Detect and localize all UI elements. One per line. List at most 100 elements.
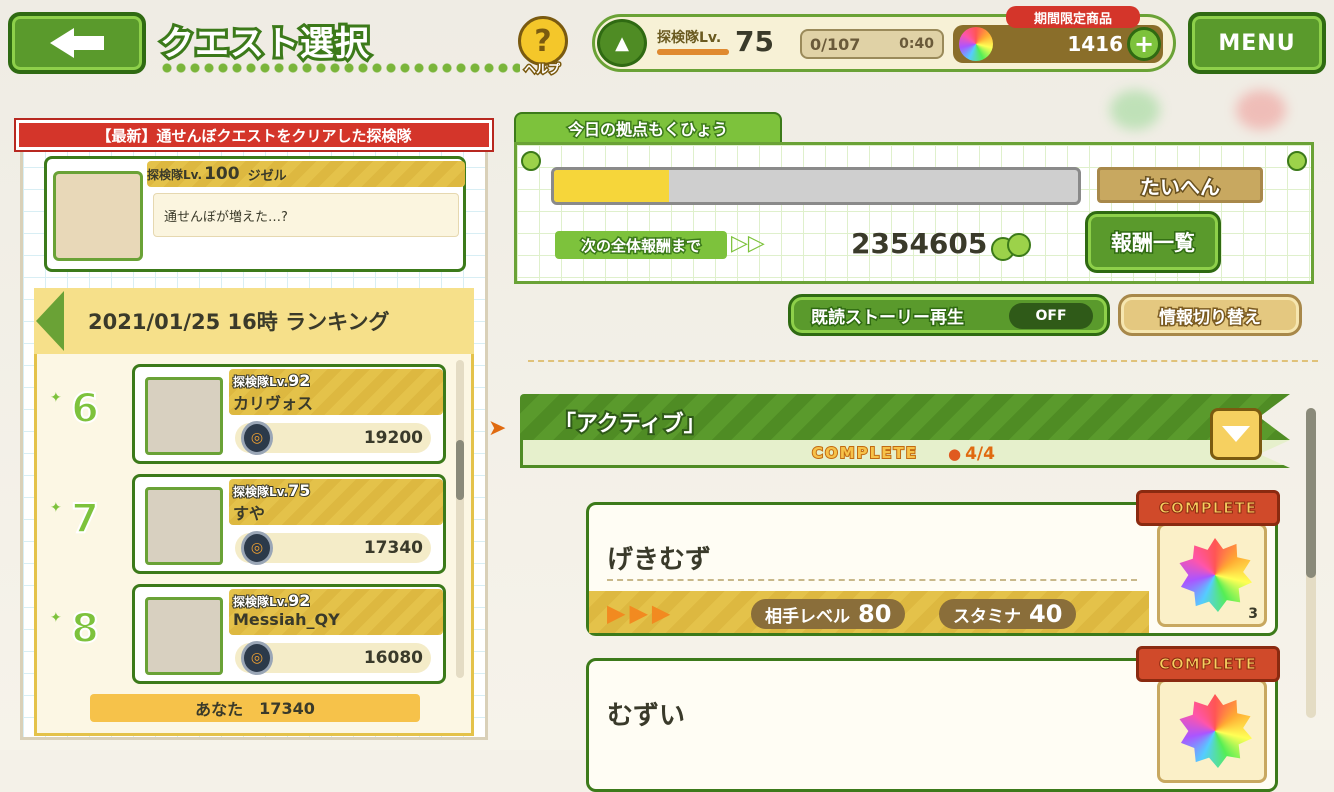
menu-button[interactable]: MENU (1188, 12, 1326, 74)
gem-count: 1416 (1067, 32, 1123, 56)
divider (528, 360, 1318, 362)
avatar (145, 487, 223, 565)
daily-goal-panel: たいへん 次の全体報酬まで ▷▷ 2354605 報酬一覧 (514, 142, 1314, 284)
you-score: 17340 (259, 698, 315, 718)
player-name: Messiah_QY (233, 610, 340, 629)
chevron-down-icon (1222, 426, 1250, 442)
lv-label: 探検隊Lv. (232, 484, 289, 500)
scrollbar-thumb[interactable] (456, 440, 464, 500)
quest-reward: 3 (1157, 523, 1267, 627)
stamina-cost-pill: スタミナ 40 (939, 599, 1077, 629)
stamina-value: 0/107 (810, 34, 861, 54)
corner-stud-icon (1287, 151, 1307, 171)
collapse-toggle-button[interactable] (1210, 408, 1262, 460)
rainbow-gem-icon (1179, 694, 1252, 768)
ranking-card-header: 探検隊Lv.92 カリヴォス (229, 369, 443, 415)
level-progress-fill (657, 49, 729, 55)
rainbow-gem-icon (1179, 538, 1252, 612)
you-label: あなた (195, 700, 244, 719)
ranking-card: 探検隊Lv.92 カリヴォス ◎ 19200 (132, 364, 446, 464)
back-button[interactable] (8, 12, 146, 74)
difficulty-label: たいへん (1097, 167, 1263, 203)
section-title: 「アクティブ」 (552, 410, 708, 439)
rank-value: 100 (204, 164, 240, 184)
coin-icon: ◎ (241, 531, 273, 565)
top-bar: クエスト選択 ? ヘルプ ▲ 探検隊Lv. 75 0/107 0:40 1416… (0, 0, 1334, 90)
latest-clear-banner: 【最新】通せんぼクエストをクリアした探検隊 (16, 120, 492, 150)
rank-number: 7 (70, 495, 100, 543)
quest-reward (1157, 679, 1267, 783)
lv-label: 探検隊Lv. (232, 374, 289, 390)
latest-player-header: 探検隊Lv. 100 ジゼル (147, 161, 465, 187)
coin-icon: ◎ (241, 421, 273, 455)
chevron-right-icon: ▷▷ (731, 231, 765, 256)
question-icon: ? (518, 16, 568, 66)
score-value: 16080 (363, 648, 423, 668)
gem-counter: 1416 + (953, 25, 1163, 63)
lv-label: 探検隊Lv. (232, 594, 289, 610)
goal-progress-bar (551, 167, 1081, 205)
story-replay-toggle[interactable]: 既読ストーリー再生 OFF (788, 294, 1110, 336)
avatar (145, 377, 223, 455)
help-label: ヘルプ (522, 61, 561, 78)
opponent-level-label: 相手レベル (765, 606, 850, 627)
ranking-card: 探検隊Lv.75 すや ◎ 17340 (132, 474, 446, 574)
ranking-row[interactable]: ✦ 7 探検隊Lv.75 すや ◎ 17340 (44, 474, 448, 576)
ranking-header: 2021/01/25 16時 ランキング (34, 288, 474, 354)
complete-ribbon: COMPLETE (1136, 646, 1280, 682)
ranking-scrollbar[interactable] (456, 360, 464, 678)
difficulty-flags-icon: ▶▶▶ (607, 599, 675, 627)
back-arrow-icon (50, 28, 104, 58)
opponent-level-pill: 相手レベル 80 (751, 599, 906, 629)
reward-count: 3 (1248, 606, 1258, 622)
rainbow-gem-icon (959, 27, 993, 61)
quest-name: むずい (607, 701, 686, 731)
story-replay-label: 既読ストーリー再生 (810, 306, 966, 329)
add-gems-button[interactable]: + (1127, 27, 1161, 61)
rank-number: 6 (70, 385, 100, 433)
reward-list-button[interactable]: 報酬一覧 (1085, 211, 1221, 273)
stamina-cost-label: スタミナ (953, 606, 1021, 627)
story-replay-state[interactable]: OFF (1009, 303, 1093, 329)
score-box: ◎ 17340 (235, 531, 431, 565)
complete-label: COMPLETE (811, 443, 918, 463)
background-blob (1236, 90, 1286, 130)
active-section-banner[interactable]: 「アクティブ」 COMPLETE 4/4 (520, 394, 1290, 472)
divider (607, 579, 1137, 581)
ranking-row[interactable]: ✦ 8 探検隊Lv.92 Messiah_QY ◎ 16080 (44, 584, 448, 686)
quest-list-scrollbar[interactable] (1306, 408, 1316, 718)
limited-offer-badge[interactable]: 期間限定商品 (1006, 6, 1140, 28)
avatar (53, 171, 143, 261)
carrot-marker-icon: ➤ (488, 416, 507, 441)
stamina-cost-value: 40 (1029, 600, 1063, 628)
level-label: 探検隊Lv. (657, 30, 722, 46)
section-progress: 4/4 (948, 444, 995, 464)
help-button[interactable]: ? ヘルプ (518, 16, 572, 78)
quest-name: げきむず (607, 545, 712, 575)
goal-progress-fill (554, 170, 670, 202)
rank-label: 探検隊Lv. (147, 167, 203, 182)
latest-clear-card[interactable]: 探検隊Lv. 100 ジゼル 通せんぼが増えた…? (44, 156, 466, 272)
score-value: 19200 (363, 428, 423, 448)
complete-ribbon: COMPLETE (1136, 490, 1280, 526)
remaining-points: 2354605 (851, 227, 988, 260)
your-score-bar: あなた 17340 (90, 694, 420, 722)
level-progress-bar (657, 49, 729, 55)
ranking-prev-arrow-icon[interactable] (36, 291, 64, 351)
info-switch-button[interactable]: 情報切り替え (1118, 294, 1302, 336)
lv-value: 92 (287, 370, 311, 391)
score-box: ◎ 16080 (235, 641, 431, 675)
coin-icon: ◎ (241, 641, 273, 675)
title-underline-dots (160, 62, 520, 74)
stamina-timer: 0:40 (899, 36, 934, 52)
opponent-level-value: 80 (858, 600, 892, 628)
ranking-row[interactable]: ✦ 6 探検隊Lv.92 カリヴォス ◎ 19200 (44, 364, 448, 466)
corner-stud-icon (521, 151, 541, 171)
page-title: クエスト選択 (157, 16, 520, 74)
ranking-title: 2021/01/25 16時 ランキング (88, 310, 390, 334)
ranking-card-header: 探検隊Lv.92 Messiah_QY (229, 589, 443, 635)
ranking-card-header: 探検隊Lv.75 すや (229, 479, 443, 525)
player-name: カリヴォス (233, 394, 314, 413)
scrollbar-thumb[interactable] (1306, 408, 1316, 578)
ranking-card: 探検隊Lv.92 Messiah_QY ◎ 16080 (132, 584, 446, 684)
